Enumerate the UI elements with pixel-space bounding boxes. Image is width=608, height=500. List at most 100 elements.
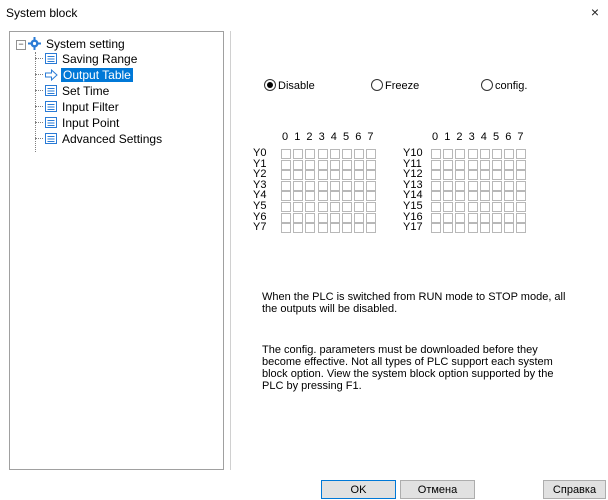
output-cell[interactable] — [366, 202, 377, 212]
radio-config[interactable]: config. — [481, 79, 527, 93]
output-cell[interactable] — [479, 159, 490, 170]
output-cell[interactable] — [455, 191, 466, 202]
output-cell[interactable] — [342, 223, 352, 234]
settings-tree[interactable]: − System setting Saving Range Output Tab… — [9, 31, 224, 470]
output-cell[interactable] — [504, 180, 515, 191]
output-cell[interactable] — [455, 223, 466, 234]
output-cell[interactable] — [354, 191, 365, 202]
output-cell[interactable] — [317, 159, 328, 170]
output-cell[interactable] — [479, 191, 490, 202]
output-cell[interactable] — [281, 223, 291, 234]
output-cell[interactable] — [492, 170, 502, 181]
collapse-icon[interactable]: − — [16, 40, 26, 50]
output-cell[interactable] — [305, 202, 316, 212]
output-cell[interactable] — [443, 180, 454, 191]
output-cell[interactable] — [431, 202, 441, 212]
output-cell[interactable] — [281, 191, 291, 202]
output-cell[interactable] — [366, 212, 377, 223]
output-cell[interactable] — [305, 212, 316, 223]
output-cell[interactable] — [354, 202, 365, 212]
output-cell[interactable] — [305, 159, 316, 170]
tree-item-saving-range[interactable]: Saving Range — [45, 52, 139, 66]
output-cell[interactable] — [492, 212, 502, 223]
output-cell[interactable] — [467, 212, 478, 223]
output-cell[interactable] — [329, 191, 340, 202]
output-cell[interactable] — [317, 191, 328, 202]
output-cell[interactable] — [455, 180, 466, 191]
output-cell[interactable] — [467, 170, 478, 181]
output-cell[interactable] — [293, 191, 304, 202]
output-cell[interactable] — [479, 170, 490, 181]
output-cell[interactable] — [281, 149, 291, 159]
output-cell[interactable] — [443, 191, 454, 202]
output-cell[interactable] — [492, 180, 502, 191]
output-cell[interactable] — [342, 191, 352, 202]
output-cell[interactable] — [492, 159, 502, 170]
output-cell[interactable] — [492, 191, 502, 202]
output-cell[interactable] — [492, 202, 502, 212]
output-cell[interactable] — [516, 212, 527, 223]
output-cell[interactable] — [329, 202, 340, 212]
output-cell[interactable] — [305, 180, 316, 191]
output-cell[interactable] — [317, 149, 328, 159]
output-cell[interactable] — [516, 159, 527, 170]
tree-item-output-table[interactable]: Output Table — [45, 68, 133, 82]
output-cell[interactable] — [305, 191, 316, 202]
output-cell[interactable] — [504, 159, 515, 170]
tree-item-set-time[interactable]: Set Time — [45, 84, 111, 98]
output-cell[interactable] — [293, 212, 304, 223]
output-cell[interactable] — [479, 223, 490, 234]
output-cell[interactable] — [293, 223, 304, 234]
output-cell[interactable] — [504, 170, 515, 181]
output-cell[interactable] — [504, 212, 515, 223]
output-cell[interactable] — [431, 159, 441, 170]
output-cell[interactable] — [342, 212, 352, 223]
output-cell[interactable] — [516, 180, 527, 191]
output-cell[interactable] — [443, 202, 454, 212]
output-cell[interactable] — [281, 180, 291, 191]
output-cell[interactable] — [366, 223, 377, 234]
output-cell[interactable] — [366, 180, 377, 191]
output-cell[interactable] — [317, 180, 328, 191]
output-cell[interactable] — [455, 170, 466, 181]
output-cell[interactable] — [293, 202, 304, 212]
output-cell[interactable] — [516, 191, 527, 202]
output-cell[interactable] — [317, 202, 328, 212]
output-cell[interactable] — [305, 170, 316, 181]
output-cell[interactable] — [504, 223, 515, 234]
output-cell[interactable] — [431, 149, 441, 159]
output-cell[interactable] — [329, 149, 340, 159]
output-cell[interactable] — [342, 170, 352, 181]
output-cell[interactable] — [443, 170, 454, 181]
output-cell[interactable] — [455, 212, 466, 223]
output-cell[interactable] — [293, 149, 304, 159]
output-cell[interactable] — [479, 212, 490, 223]
output-cell[interactable] — [467, 191, 478, 202]
output-cell[interactable] — [293, 180, 304, 191]
output-cell[interactable] — [354, 170, 365, 181]
output-cell[interactable] — [467, 223, 478, 234]
output-cell[interactable] — [354, 212, 365, 223]
output-cell[interactable] — [455, 149, 466, 159]
output-cell[interactable] — [281, 170, 291, 181]
output-cell[interactable] — [516, 149, 527, 159]
output-cell[interactable] — [443, 159, 454, 170]
output-cell[interactable] — [317, 212, 328, 223]
output-cell[interactable] — [366, 159, 377, 170]
close-icon[interactable]: × — [586, 3, 604, 21]
output-cell[interactable] — [504, 202, 515, 212]
output-cell[interactable] — [366, 191, 377, 202]
output-cell[interactable] — [293, 170, 304, 181]
output-cell[interactable] — [354, 180, 365, 191]
tree-root-system-setting[interactable]: System setting — [28, 37, 127, 51]
output-cell[interactable] — [516, 223, 527, 234]
output-cell[interactable] — [479, 202, 490, 212]
output-cell[interactable] — [281, 159, 291, 170]
output-cell[interactable] — [317, 170, 328, 181]
output-cell[interactable] — [354, 223, 365, 234]
output-cell[interactable] — [431, 180, 441, 191]
output-cell[interactable] — [467, 159, 478, 170]
output-cell[interactable] — [329, 223, 340, 234]
tree-item-input-filter[interactable]: Input Filter — [45, 100, 121, 114]
output-cell[interactable] — [305, 149, 316, 159]
